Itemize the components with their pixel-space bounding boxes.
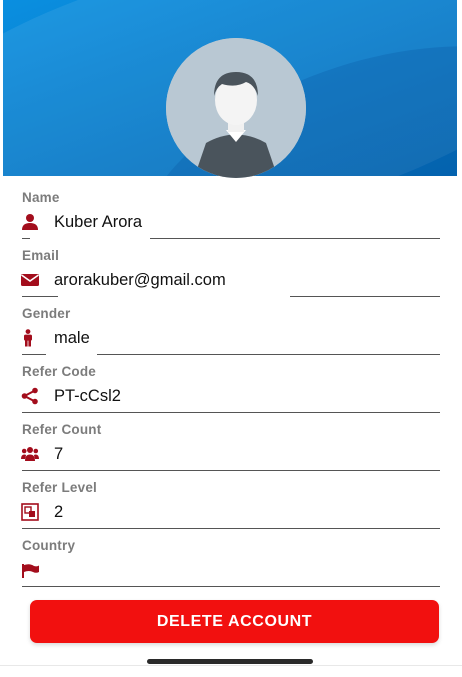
field-label: Refer Level: [22, 480, 97, 495]
underline: [290, 296, 440, 297]
field-gender: Gender male: [0, 298, 462, 356]
field-label: Name: [22, 190, 60, 205]
field-label: Refer Code: [22, 364, 97, 379]
field-label: Country: [22, 538, 76, 553]
underline: [97, 354, 440, 355]
field-refer-code: Refer Code PT-cCsl2: [0, 356, 462, 414]
level-icon: [21, 503, 39, 521]
field-refer-level: Refer Level 2: [0, 472, 462, 530]
share-icon: [21, 387, 39, 405]
flag-icon: [21, 561, 39, 579]
envelope-icon: [21, 271, 39, 289]
email-value[interactable]: arorakuber@gmail.com: [54, 271, 226, 290]
refer-count-value[interactable]: 7: [54, 445, 63, 464]
underline: [22, 412, 440, 413]
delete-account-button[interactable]: DELETE ACCOUNT: [30, 600, 439, 643]
field-label: Gender: [22, 306, 71, 321]
field-country: Country: [0, 530, 462, 588]
profile-avatar[interactable]: [166, 38, 306, 178]
underline: [150, 238, 440, 239]
underline: [22, 586, 440, 587]
refer-code-value[interactable]: PT-cCsl2: [54, 387, 121, 406]
users-icon: [21, 445, 39, 463]
default-user-avatar-icon: [166, 38, 306, 178]
field-name: Name Kuber Arora: [0, 182, 462, 240]
field-label: Refer Count: [22, 422, 102, 437]
user-icon: [21, 213, 39, 231]
male-icon: [21, 329, 39, 347]
home-indicator[interactable]: [147, 659, 313, 664]
underline-short: [22, 296, 58, 297]
field-refer-count: Refer Count 7: [0, 414, 462, 472]
profile-fields: Name Kuber Arora Email arorakuber@gmail.…: [0, 182, 462, 588]
underline-short: [22, 238, 30, 239]
underline: [22, 528, 440, 529]
gender-value[interactable]: male: [54, 329, 90, 348]
underline-short: [22, 354, 46, 355]
field-email: Email arorakuber@gmail.com: [0, 240, 462, 298]
bottom-divider: [0, 665, 462, 666]
underline: [22, 470, 440, 471]
refer-level-value[interactable]: 2: [54, 503, 63, 522]
field-label: Email: [22, 248, 60, 263]
name-value[interactable]: Kuber Arora: [54, 213, 142, 232]
